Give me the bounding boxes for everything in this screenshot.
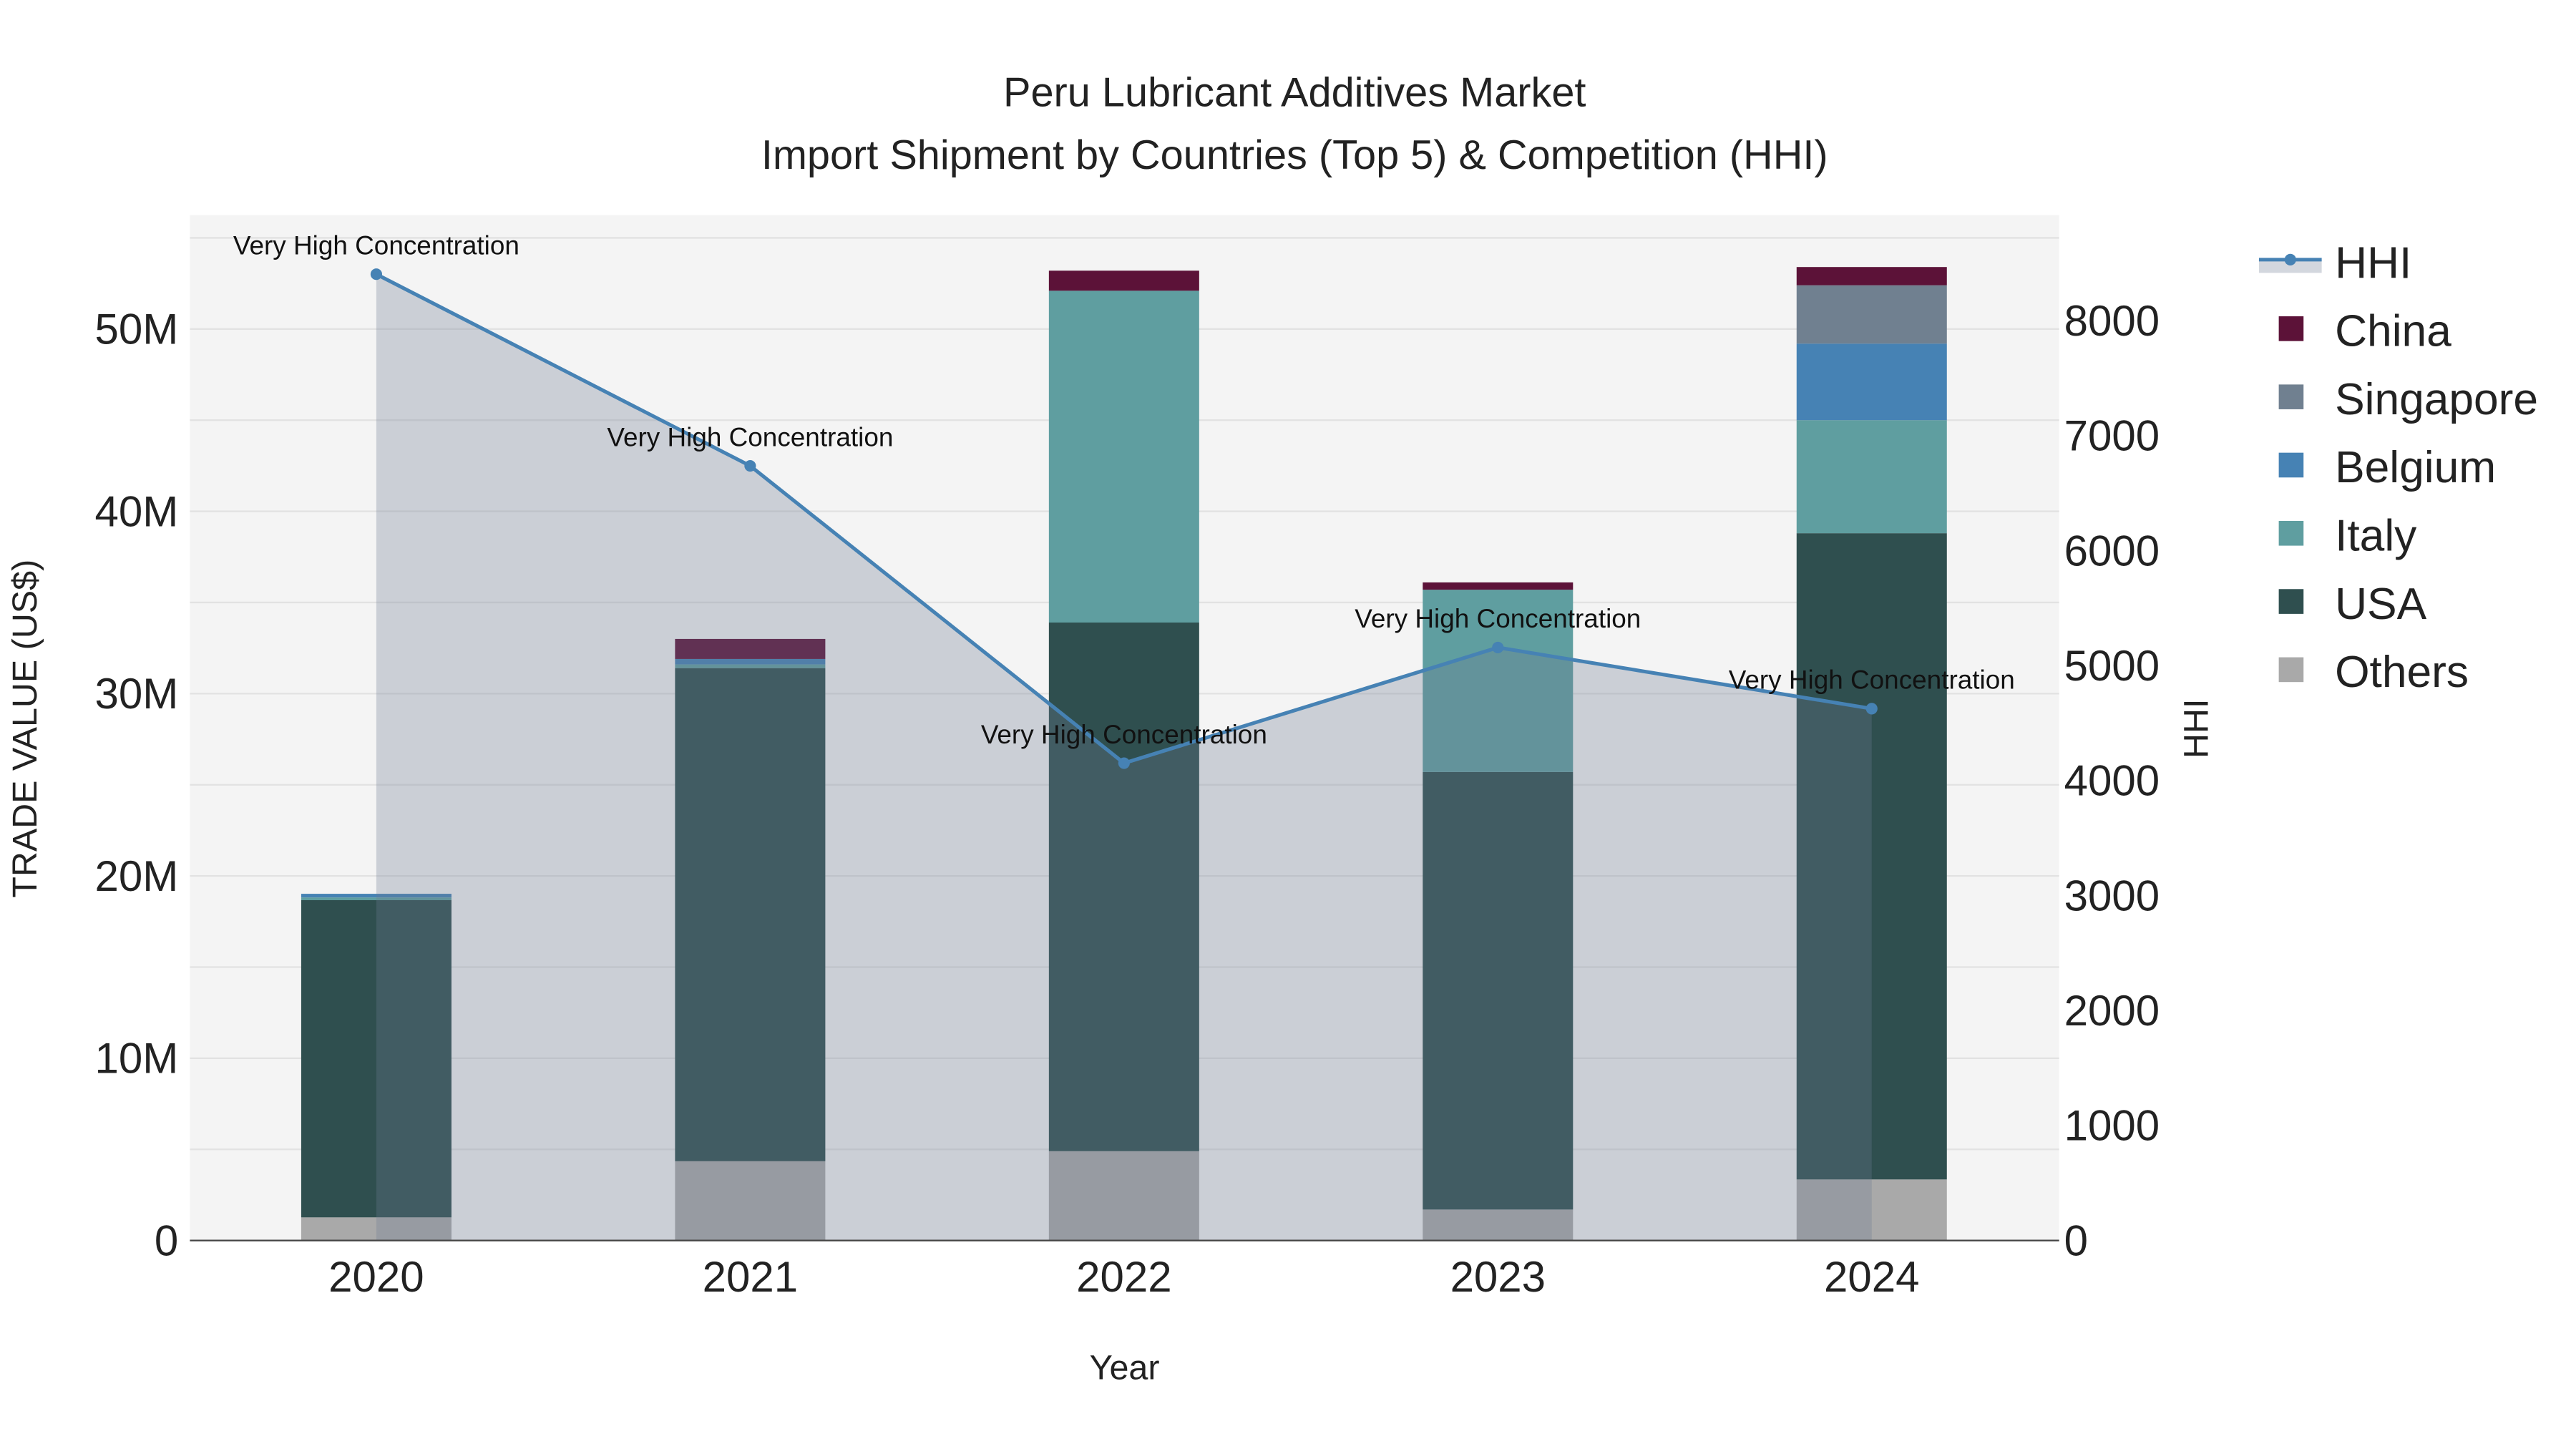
y-tick-label: 50M (95, 306, 179, 353)
legend-label-china: China (2335, 307, 2451, 356)
y2-tick-label: 2000 (2064, 987, 2160, 1035)
legend-swatch-belgium (2278, 452, 2304, 478)
legend-swatch-singapore (2278, 384, 2304, 409)
y2-tick-label: 1000 (2064, 1102, 2160, 1150)
x-tick-label: 2021 (703, 1253, 798, 1301)
y2-tick-label: 4000 (2064, 757, 2160, 805)
x-tick-label: 2023 (1450, 1253, 1546, 1301)
bar-china-2022 (1048, 270, 1199, 291)
chart-title-line2: Import Shipment by Countries (Top 5) & C… (761, 132, 1828, 178)
legend-label-hhi: HHI (2335, 238, 2411, 288)
legend-label-others: Others (2335, 648, 2469, 697)
y2-tick-label: 6000 (2064, 527, 2160, 575)
hhi-annotation: Very High Concentration (233, 231, 519, 260)
y-tick-label: 30M (95, 670, 179, 718)
bar-china-2024 (1796, 267, 1947, 286)
chart-title-line1: Peru Lubricant Additives Market (1003, 69, 1586, 115)
legend-label-usa: USA (2335, 580, 2427, 629)
x-tick-label: 2020 (328, 1253, 424, 1301)
hhi-point-2024 (1865, 703, 1878, 715)
hhi-point-2023 (1492, 641, 1504, 653)
y-tick-label: 0 (155, 1216, 178, 1264)
y2-axis-label: HHI (2177, 699, 2215, 758)
legend-label-singapore: Singapore (2335, 375, 2538, 424)
hhi-point-2021 (744, 459, 756, 472)
bar-italy-2024 (1796, 420, 1947, 534)
legend-label-belgium: Belgium (2335, 443, 2496, 492)
hhi-point-2020 (370, 268, 382, 280)
bar-singapore-2024 (1796, 285, 1947, 344)
y2-tick-label: 8000 (2064, 297, 2160, 345)
chart: Very High Concentration Very High Concent… (6, 69, 2538, 1387)
legend-hhi-marker (2284, 253, 2296, 265)
hhi-annotation: Very High Concentration (981, 720, 1267, 749)
bar-italy-2022 (1048, 291, 1199, 623)
bar-china-2023 (1423, 582, 1574, 590)
x-axis-label: Year (1090, 1349, 1160, 1387)
legend-swatch-others (2278, 657, 2304, 683)
x-tick-label: 2022 (1076, 1253, 1171, 1301)
legend-label-italy: Italy (2335, 512, 2417, 561)
y2-tick-label: 5000 (2064, 642, 2160, 690)
y-axis-label: TRADE VALUE (US$) (6, 560, 44, 898)
y-tick-label: 40M (95, 487, 179, 535)
legend-swatch-china (2278, 316, 2304, 341)
x-tick-label: 2024 (1824, 1253, 1919, 1301)
y-tick-label: 10M (95, 1035, 179, 1083)
bar-belgium-2024 (1796, 343, 1947, 421)
hhi-annotation: Very High Concentration (607, 422, 893, 452)
y2-tick-label: 0 (2064, 1216, 2088, 1264)
legend-swatch-italy (2278, 520, 2304, 546)
y-tick-label: 20M (95, 852, 179, 900)
y2-tick-label: 7000 (2064, 412, 2160, 460)
hhi-annotation: Very High Concentration (1355, 604, 1641, 633)
hhi-annotation: Very High Concentration (1729, 665, 2015, 695)
legend-swatch-usa (2278, 589, 2304, 614)
y2-tick-label: 3000 (2064, 872, 2160, 919)
hhi-point-2022 (1118, 757, 1130, 769)
legend: HHI China Singapore Belgium Italy USA Others (2258, 238, 2538, 697)
